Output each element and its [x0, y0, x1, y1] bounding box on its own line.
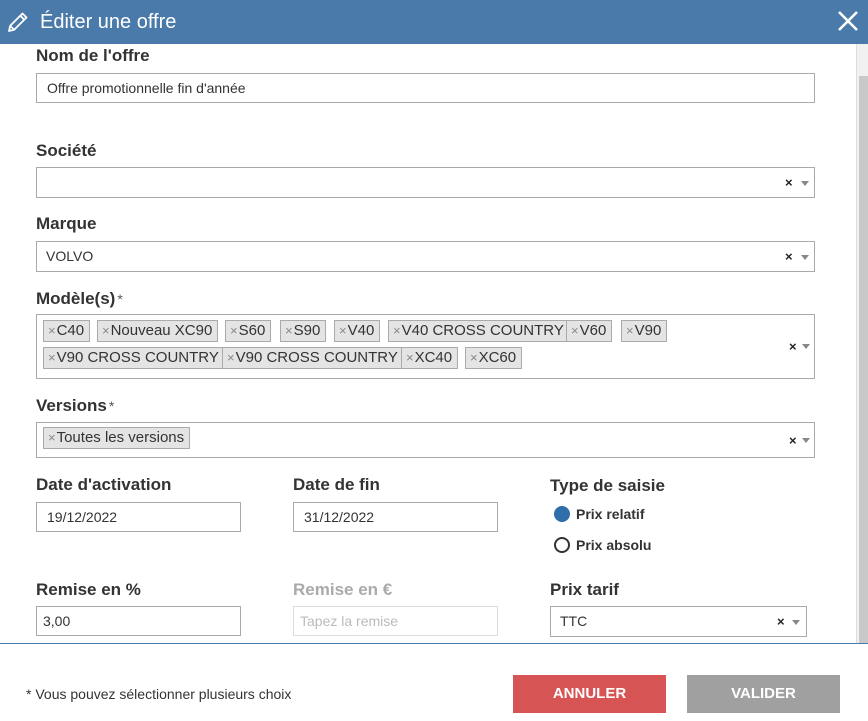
versions-clear-icon[interactable]: ×: [789, 433, 797, 448]
radio-prix-absolu-label[interactable]: Prix absolu: [576, 536, 651, 554]
remove-tag-icon[interactable]: ×: [48, 323, 56, 338]
offer-name-input[interactable]: Offre promotionnelle fin d'année: [36, 73, 815, 103]
discount-percent-value: 3,00: [43, 613, 71, 629]
pencil-icon: [8, 12, 28, 32]
remove-tag-icon[interactable]: ×: [48, 430, 56, 445]
company-label: Société: [36, 141, 97, 160]
models-multiselect[interactable]: ×C40 ×Nouveau XC90 ×S60 ×S90 ×V40 ×V40 C…: [36, 314, 815, 379]
cancel-button[interactable]: ANNULER: [513, 675, 666, 713]
models-label-text: Modèle(s): [36, 289, 116, 308]
chevron-down-icon[interactable]: [802, 438, 810, 443]
submit-button[interactable]: VALIDER: [687, 675, 840, 713]
models-clear-icon[interactable]: ×: [789, 339, 797, 354]
remove-tag-icon[interactable]: ×: [626, 323, 634, 338]
scrollbar-thumb[interactable]: [859, 76, 868, 644]
discount-percent-label: Remise en %: [36, 580, 141, 599]
brand-label: Marque: [36, 214, 97, 233]
versions-multiselect[interactable]: ×Toutes les versions ×: [36, 422, 815, 458]
company-clear-icon[interactable]: ×: [785, 175, 793, 190]
multi-select-note: * Vous pouvez sélectionner plusieurs cho…: [26, 686, 292, 702]
dialog-title: Éditer une offre: [40, 11, 177, 33]
model-tag[interactable]: ×C40: [43, 320, 91, 342]
start-date-input[interactable]: 19/12/2022: [36, 502, 241, 532]
model-tag[interactable]: ×V40 CROSS COUNTRY: [388, 320, 570, 342]
start-date-value: 19/12/2022: [47, 509, 118, 525]
price-list-label: Prix tarif: [550, 580, 619, 599]
discount-percent-input[interactable]: 3,00: [36, 606, 241, 636]
dialog-footer: * Vous pouvez sélectionner plusieurs cho…: [0, 643, 868, 721]
scrollbar[interactable]: [856, 44, 868, 644]
versions-label-text: Versions: [36, 396, 107, 415]
model-tag[interactable]: ×V40: [334, 320, 381, 342]
brand-select[interactable]: VOLVO ×: [36, 241, 815, 272]
model-tag[interactable]: ×Nouveau XC90: [97, 320, 219, 342]
remove-tag-icon[interactable]: ×: [230, 323, 238, 338]
models-label: Modèle(s) *: [36, 288, 123, 310]
chevron-down-icon[interactable]: [802, 344, 810, 349]
version-tag[interactable]: ×Toutes les versions: [43, 427, 191, 449]
discount-euro-input: Tapez la remise: [293, 606, 498, 636]
brand-value: VOLVO: [46, 248, 94, 264]
discount-euro-placeholder: Tapez la remise: [300, 613, 399, 629]
start-date-label: Date d'activation: [36, 475, 172, 494]
remove-tag-icon[interactable]: ×: [339, 323, 347, 338]
model-tag[interactable]: ×XC60: [465, 347, 523, 369]
radio-prix-absolu[interactable]: [554, 537, 570, 553]
versions-label: Versions *: [36, 395, 114, 417]
model-tag[interactable]: ×V90 CROSS COUNTRY: [43, 347, 225, 369]
price-list-select[interactable]: TTC ×: [550, 606, 807, 637]
model-tag[interactable]: ×V90: [621, 320, 668, 342]
remove-tag-icon[interactable]: ×: [571, 323, 579, 338]
remove-tag-icon[interactable]: ×: [393, 323, 401, 338]
brand-clear-icon[interactable]: ×: [785, 249, 793, 264]
offer-name-label: Nom de l'offre: [36, 46, 150, 65]
price-list-clear-icon[interactable]: ×: [777, 614, 785, 629]
entry-type-label: Type de saisie: [550, 476, 665, 495]
end-date-label: Date de fin: [293, 475, 380, 494]
end-date-input[interactable]: 31/12/2022: [293, 502, 498, 532]
remove-tag-icon[interactable]: ×: [48, 350, 56, 365]
chevron-down-icon[interactable]: [792, 620, 800, 625]
discount-euro-label: Remise en €: [293, 580, 393, 599]
remove-tag-icon[interactable]: ×: [406, 350, 414, 365]
remove-tag-icon[interactable]: ×: [102, 323, 110, 338]
offer-name-value: Offre promotionnelle fin d'année: [47, 80, 246, 96]
chevron-down-icon[interactable]: [801, 181, 809, 186]
remove-tag-icon[interactable]: ×: [227, 350, 235, 365]
remove-tag-icon[interactable]: ×: [285, 323, 293, 338]
required-marker: *: [117, 291, 123, 307]
model-tag[interactable]: ×XC40: [401, 347, 459, 369]
model-tag[interactable]: ×S90: [280, 320, 327, 342]
end-date-value: 31/12/2022: [304, 509, 375, 525]
model-tag[interactable]: ×V90 CROSS COUNTRY: [222, 347, 404, 369]
remove-tag-icon[interactable]: ×: [470, 350, 478, 365]
model-tag[interactable]: ×V60: [566, 320, 613, 342]
dialog-header: Éditer une offre: [0, 0, 868, 44]
model-tag[interactable]: ×S60: [225, 320, 272, 342]
radio-prix-relatif-label[interactable]: Prix relatif: [576, 505, 644, 523]
required-marker: *: [108, 398, 115, 414]
price-list-value: TTC: [560, 613, 588, 629]
close-icon[interactable]: [836, 9, 860, 33]
chevron-down-icon[interactable]: [801, 255, 809, 260]
company-select[interactable]: ×: [36, 167, 815, 198]
radio-prix-relatif[interactable]: [554, 506, 570, 522]
